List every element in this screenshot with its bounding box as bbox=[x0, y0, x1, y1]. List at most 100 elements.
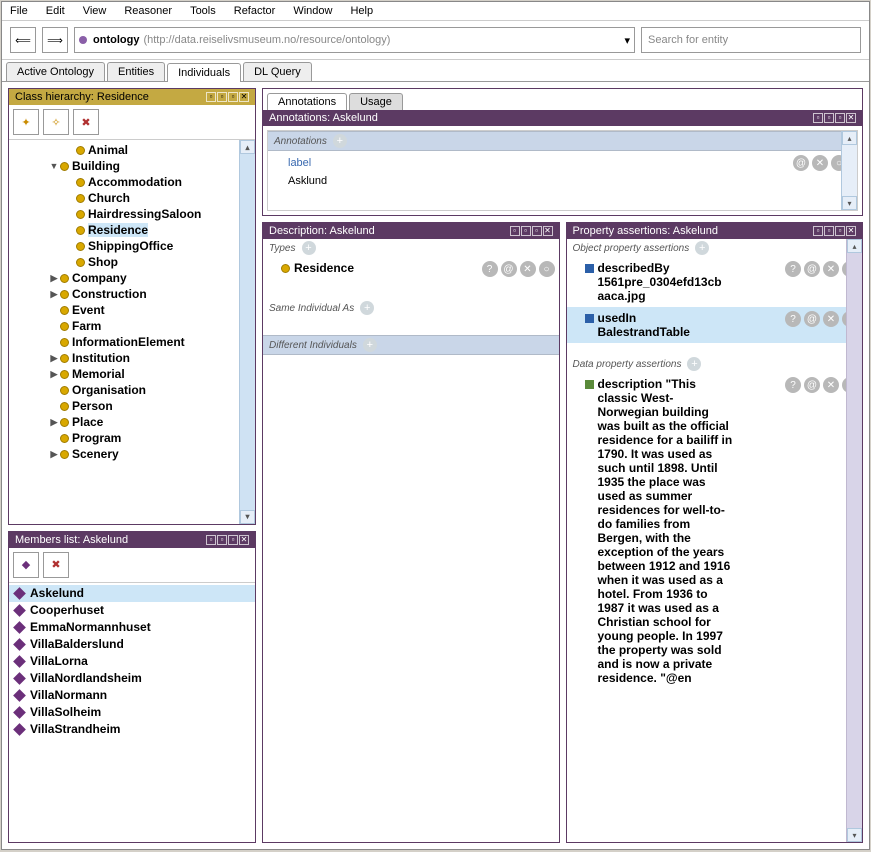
delete-individual-button[interactable]: ✖ bbox=[43, 552, 69, 578]
delete-button[interactable]: ✕ bbox=[823, 261, 839, 277]
class-tree[interactable]: Animal▼BuildingAccommodationChurchHairdr… bbox=[9, 140, 255, 524]
panel-min-icon[interactable]: ▫ bbox=[824, 226, 834, 236]
delete-button[interactable]: ✕ bbox=[823, 311, 839, 327]
panel-pin-icon[interactable]: ▫ bbox=[206, 535, 216, 545]
panel-min-icon[interactable]: ▫ bbox=[824, 113, 834, 123]
add-same-as-button[interactable]: + bbox=[360, 301, 374, 315]
delete-button[interactable]: ✕ bbox=[823, 377, 839, 393]
menu-window[interactable]: Window bbox=[293, 5, 332, 17]
class-accommodation[interactable]: Accommodation bbox=[9, 174, 255, 190]
panel-close-icon[interactable]: ✕ bbox=[543, 226, 553, 236]
individual-emmanormannhuset[interactable]: EmmaNormannhuset bbox=[9, 619, 255, 636]
class-animal[interactable]: Animal bbox=[9, 142, 255, 158]
tab-individuals[interactable]: Individuals bbox=[167, 63, 241, 82]
menu-help[interactable]: Help bbox=[350, 5, 373, 17]
anno-tab-annotations[interactable]: Annotations bbox=[267, 93, 347, 110]
individual-villanormann[interactable]: VillaNormann bbox=[9, 687, 255, 704]
class-construction[interactable]: ▶Construction bbox=[9, 286, 255, 302]
search-input[interactable]: Search for entity bbox=[641, 27, 861, 53]
panel-close-icon[interactable]: ✕ bbox=[846, 113, 856, 123]
class-program[interactable]: Program bbox=[9, 430, 255, 446]
panel-min-icon[interactable]: ▫ bbox=[217, 92, 227, 102]
explain-button[interactable]: ? bbox=[482, 261, 498, 277]
scroll-down-icon[interactable]: ▾ bbox=[847, 828, 862, 842]
scroll-up-icon[interactable]: ▴ bbox=[847, 239, 862, 253]
add-individual-button[interactable]: ◆ bbox=[13, 552, 39, 578]
scroll-up-icon[interactable]: ▴ bbox=[842, 131, 857, 145]
twisty-icon[interactable]: ▶ bbox=[49, 289, 59, 300]
class-church[interactable]: Church bbox=[9, 190, 255, 206]
panel-min-icon[interactable]: ▫ bbox=[217, 535, 227, 545]
individual-villalorna[interactable]: VillaLorna bbox=[9, 653, 255, 670]
anno-tab-usage[interactable]: Usage bbox=[349, 93, 403, 110]
explain-button[interactable]: ? bbox=[785, 311, 801, 327]
menu-view[interactable]: View bbox=[83, 5, 107, 17]
panel-pin-icon[interactable]: ▫ bbox=[813, 226, 823, 236]
panel-close-icon[interactable]: ✕ bbox=[239, 92, 249, 102]
panel-max-icon[interactable]: ▫ bbox=[228, 535, 238, 545]
tab-dl-query[interactable]: DL Query bbox=[243, 62, 312, 81]
forward-button[interactable]: ⟹ bbox=[42, 27, 68, 53]
lang-button[interactable]: @ bbox=[804, 311, 820, 327]
annotation-lang-button[interactable]: @ bbox=[793, 155, 809, 171]
panel-max-icon[interactable]: ▫ bbox=[835, 113, 845, 123]
delete-class-button[interactable]: ✖ bbox=[73, 109, 99, 135]
scroll-down-icon[interactable]: ▾ bbox=[842, 196, 857, 210]
explain-button[interactable]: ? bbox=[785, 377, 801, 393]
annotation-delete-button[interactable]: ✕ bbox=[812, 155, 828, 171]
twisty-icon[interactable]: ▶ bbox=[49, 273, 59, 284]
twisty-icon[interactable]: ▶ bbox=[49, 449, 59, 460]
individual-askelund[interactable]: Askelund bbox=[9, 585, 255, 602]
class-person[interactable]: Person bbox=[9, 398, 255, 414]
class-place[interactable]: ▶Place bbox=[9, 414, 255, 430]
twisty-icon[interactable]: ▶ bbox=[49, 353, 59, 364]
twisty-icon[interactable]: ▶ bbox=[49, 369, 59, 380]
class-institution[interactable]: ▶Institution bbox=[9, 350, 255, 366]
individual-villasolheim[interactable]: VillaSolheim bbox=[9, 704, 255, 721]
individual-villabalderslund[interactable]: VillaBalderslund bbox=[9, 636, 255, 653]
ring-button[interactable]: ○ bbox=[539, 261, 555, 277]
class-shippingoffice[interactable]: ShippingOffice bbox=[9, 238, 255, 254]
class-residence[interactable]: Residence bbox=[9, 222, 255, 238]
panel-pin-icon[interactable]: ▫ bbox=[510, 226, 520, 236]
back-button[interactable]: ⟸ bbox=[10, 27, 36, 53]
class-building[interactable]: ▼Building bbox=[9, 158, 255, 174]
add-subclass-button[interactable]: ✦ bbox=[13, 109, 39, 135]
menu-refactor[interactable]: Refactor bbox=[234, 5, 276, 17]
tab-entities[interactable]: Entities bbox=[107, 62, 165, 81]
annotations-scrollbar[interactable]: ▴▾ bbox=[841, 131, 857, 210]
ontology-combo[interactable]: ontology (http://data.reiselivsmuseum.no… bbox=[74, 27, 635, 53]
property-scrollbar[interactable]: ▴▾ bbox=[846, 239, 862, 842]
add-different-button[interactable]: + bbox=[363, 338, 377, 352]
tab-active-ontology[interactable]: Active Ontology bbox=[6, 62, 105, 81]
class-company[interactable]: ▶Company bbox=[9, 270, 255, 286]
class-scenery[interactable]: ▶Scenery bbox=[9, 446, 255, 462]
panel-max-icon[interactable]: ▫ bbox=[228, 92, 238, 102]
add-data-property-button[interactable]: + bbox=[687, 357, 701, 371]
add-object-property-button[interactable]: + bbox=[695, 241, 709, 255]
class-memorial[interactable]: ▶Memorial bbox=[9, 366, 255, 382]
class-farm[interactable]: Farm bbox=[9, 318, 255, 334]
add-annotation-button[interactable]: + bbox=[333, 134, 347, 148]
panel-close-icon[interactable]: ✕ bbox=[239, 535, 249, 545]
panel-pin-icon[interactable]: ▫ bbox=[206, 92, 216, 102]
class-shop[interactable]: Shop bbox=[9, 254, 255, 270]
class-hairdressingsaloon[interactable]: HairdressingSaloon bbox=[9, 206, 255, 222]
type-row[interactable]: Residence ?@✕○ bbox=[263, 257, 559, 281]
scroll-down-icon[interactable]: ▾ bbox=[240, 510, 255, 524]
lang-button[interactable]: @ bbox=[804, 377, 820, 393]
individual-cooperhuset[interactable]: Cooperhuset bbox=[9, 602, 255, 619]
menu-reasoner[interactable]: Reasoner bbox=[124, 5, 172, 17]
panel-max-icon[interactable]: ▫ bbox=[835, 226, 845, 236]
individual-villanordlandsheim[interactable]: VillaNordlandsheim bbox=[9, 670, 255, 687]
class-informationelement[interactable]: InformationElement bbox=[9, 334, 255, 350]
delete-button[interactable]: ✕ bbox=[520, 261, 536, 277]
lang-button[interactable]: @ bbox=[804, 261, 820, 277]
object-property-row[interactable]: usedIn BalestrandTable?@✕○ bbox=[567, 307, 863, 343]
panel-close-icon[interactable]: ✕ bbox=[846, 226, 856, 236]
menu-file[interactable]: File bbox=[10, 5, 28, 17]
twisty-icon[interactable]: ▼ bbox=[49, 161, 59, 171]
data-property-row[interactable]: description "This classic West-Norwegian… bbox=[567, 373, 863, 689]
add-sibling-button[interactable]: ✧ bbox=[43, 109, 69, 135]
scroll-up-icon[interactable]: ▴ bbox=[240, 140, 255, 154]
